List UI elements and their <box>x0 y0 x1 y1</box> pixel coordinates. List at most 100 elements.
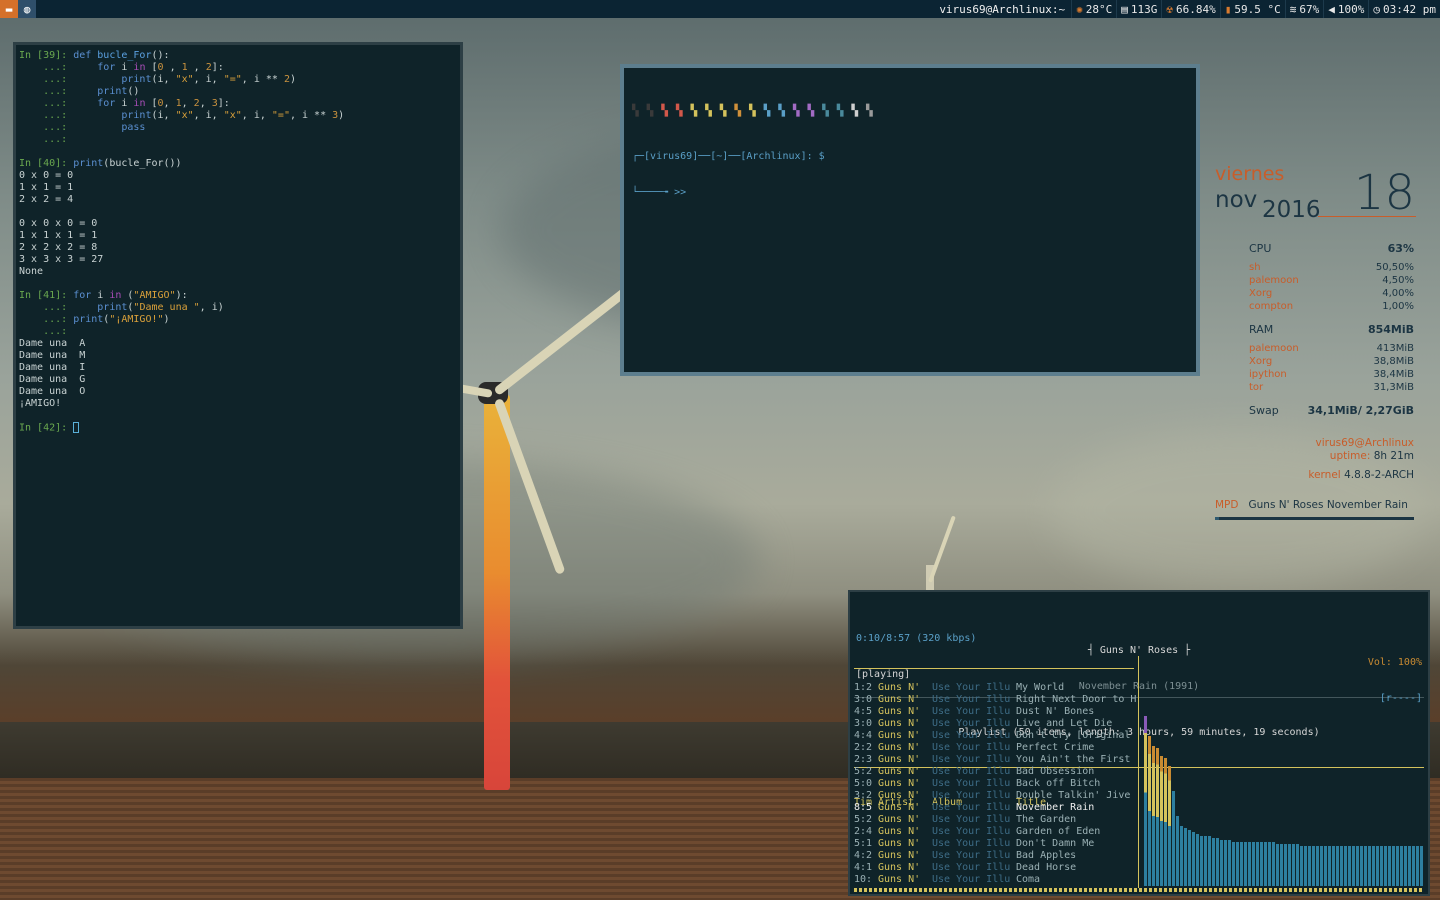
playback-progress[interactable] <box>854 888 1424 892</box>
process-row: Xorg 4,00% <box>1249 288 1414 299</box>
process-usage: 50,50% <box>1375 262 1414 273</box>
process-name: palemoon <box>1249 343 1299 354</box>
playlist-row[interactable]: 4:2 Guns N' Use Your Illu Bad Apples <box>854 850 1136 862</box>
visualizer-bar <box>1164 758 1167 886</box>
ipython-line <box>19 206 457 218</box>
radiation-icon: ☢ <box>1166 2 1174 16</box>
visualizer-bar <box>1420 846 1423 886</box>
visualizer-bar <box>1168 766 1171 886</box>
track-title: Bad Apples <box>1016 850 1077 861</box>
process-usage: 4,50% <box>1382 275 1414 286</box>
ram-label: RAM <box>1249 323 1274 336</box>
process-name: tor <box>1249 382 1264 393</box>
visualizer-bar <box>1376 846 1379 886</box>
playlist-row[interactable]: 5:1 Guns N' Use Your Illu Don't Damn Me <box>854 838 1136 850</box>
process-name: ipython <box>1249 369 1287 380</box>
color-swatch: ▚ <box>866 104 873 117</box>
visualizer-bar <box>1196 834 1199 886</box>
ipython-line: ...: print("Dame una ", i) <box>19 302 224 313</box>
ipython-line: Dame una A <box>19 338 86 349</box>
playlist-row[interactable]: 5:2 Guns N' Use Your Illu Bad Obsession <box>854 766 1136 778</box>
visualizer-bar <box>1264 842 1267 886</box>
ipython-line: Dame una I <box>19 362 86 373</box>
year: 2016 <box>1262 197 1321 223</box>
track-album: Use Your Illu <box>932 802 1011 813</box>
ipython-line: ...: print(i, "x", i, "=", i ** 2) <box>19 74 297 85</box>
playlist-row[interactable]: 3:0 Guns N' Use Your Illu Right Next Door t… <box>854 694 1136 706</box>
visualizer-bar <box>1256 842 1259 886</box>
launcher-icon[interactable]: ▬ <box>0 0 18 18</box>
globe-icon[interactable]: ◍ <box>18 0 36 18</box>
playlist-row[interactable]: 5:2 Guns N' Use Your Illu The Garden <box>854 814 1136 826</box>
playlist-row[interactable]: 4:4 Guns N' Use Your Illu Don't Cry [Origin… <box>854 730 1136 742</box>
playlist-row[interactable]: 8:5 Guns N' Use Your Illu November Rain <box>854 802 1136 814</box>
shell-input-line[interactable]: └────╼ >> <box>632 187 1188 199</box>
track-artist: Guns N' <box>878 826 921 837</box>
playlist-row[interactable]: 4:5 Guns N' Use Your Illu Dust N' Bones <box>854 706 1136 718</box>
track-time: 4:5 <box>854 706 873 717</box>
track-artist: Guns N' <box>878 778 921 789</box>
visualizer-bar <box>1188 830 1191 886</box>
ipython-terminal[interactable]: In [39]: def bucle_For(): ...: for i in … <box>13 42 463 629</box>
track-artist: Guns N' <box>878 742 921 753</box>
playlist-row[interactable]: 5:0 Guns N' Use Your Illu Back off Bitch <box>854 778 1136 790</box>
process-row: ipython 38,4MiB <box>1249 369 1414 380</box>
track-time: 5:0 <box>854 778 873 789</box>
playlist-row[interactable]: 3:2 Guns N' Use Your Illu Double Talkin' Ji… <box>854 790 1136 802</box>
visualizer-bar <box>1160 756 1163 886</box>
playlist-row[interactable]: 1:2 Guns N' Use Your Illu My World <box>854 682 1136 694</box>
header-underline <box>854 668 1134 669</box>
visualizer-bar <box>1216 838 1219 886</box>
elapsed-time: 0:10/8:57 (320 kbps) <box>856 633 977 644</box>
ipython-line: In [39]: def bucle_For(): <box>19 50 170 61</box>
track-artist: Guns N' <box>878 754 921 765</box>
visualizer-bar <box>1176 816 1179 886</box>
visualizer-bar <box>1296 844 1299 886</box>
wifi-widget: ≋ 67% <box>1284 0 1324 18</box>
playlist-row[interactable]: 10: Guns N' Use Your Illu Coma <box>854 874 1136 886</box>
text-cursor[interactable] <box>73 422 80 433</box>
visualizer-bar <box>1260 842 1263 886</box>
ipython-line <box>19 410 457 422</box>
ipython-line: Dame una G <box>19 374 86 385</box>
track-artist: Guns N' <box>878 814 921 825</box>
ram-value: 854MiB <box>1367 323 1414 336</box>
playlist-row[interactable]: 3:0 Guns N' Use Your Illu Live and Let Die <box>854 718 1136 730</box>
volume-widget[interactable]: ◀ 100% <box>1323 0 1368 18</box>
visualizer-bar <box>1320 846 1323 886</box>
track-title: Dead Horse <box>1016 862 1077 873</box>
process-name: palemoon <box>1249 275 1299 286</box>
visualizer-bar <box>1352 846 1355 886</box>
track-artist: Guns N' <box>878 802 921 813</box>
process-row: palemoon 4,50% <box>1249 275 1414 286</box>
track-time: 3:0 <box>854 718 873 729</box>
clock-icon: ◷ <box>1373 2 1381 16</box>
playlist-row[interactable]: 4:1 Guns N' Use Your Illu Dead Horse <box>854 862 1136 874</box>
color-swatch: ▚ <box>851 104 858 117</box>
ipython-line: 0 x 0 = 0 <box>19 170 74 181</box>
disk-value: 113G <box>1130 2 1158 16</box>
visualizer-bar <box>1224 840 1227 886</box>
color-swatch: ▚ <box>719 104 727 117</box>
color-swatch: ▚ <box>763 104 771 117</box>
shell-terminal[interactable]: ▚ ▚ ▚ ▚ ▚ ▚ ▚ ▚ ▚ ▚ ▚ ▚ ▚ ▚ ▚ ▚ ▚ ┌─[virus69]──[~]──[Arc… <box>620 64 1200 376</box>
visualizer-bar <box>1412 846 1415 886</box>
playlist-row[interactable]: 2:4 Guns N' Use Your Illu Garden of Eden <box>854 826 1136 838</box>
visualizer-bar <box>1356 846 1359 886</box>
ipython-line <box>19 146 457 158</box>
month: nov <box>1215 187 1258 213</box>
visualizer-bar <box>1340 846 1343 886</box>
ipython-line: 2 x 2 = 4 <box>19 194 74 205</box>
playlist-row[interactable]: 2:3 Guns N' Use Your Illu You Ain't the Fir… <box>854 754 1136 766</box>
day-of-month: 18 <box>1353 165 1415 221</box>
color-swatch: ▚ <box>632 104 639 117</box>
playback-flags[interactable]: [r----] <box>1380 693 1422 705</box>
cpu-row: CPU 63% <box>1249 242 1414 255</box>
visualizer-bar <box>1300 846 1303 886</box>
visualizer-bar <box>1384 846 1387 886</box>
ipython-line: ¡AMIGO! <box>19 398 62 409</box>
playlist-row[interactable]: 2:2 Guns N' Use Your Illu Perfect Crime <box>854 742 1136 754</box>
window-title: virus69@Archlinux:~ <box>939 2 1066 16</box>
ncmpcpp-player[interactable]: 0:10/8:57 (320 kbps) ┤ Guns N' Roses ├ V… <box>848 590 1430 896</box>
speaker-icon: ◀ <box>1328 2 1335 16</box>
